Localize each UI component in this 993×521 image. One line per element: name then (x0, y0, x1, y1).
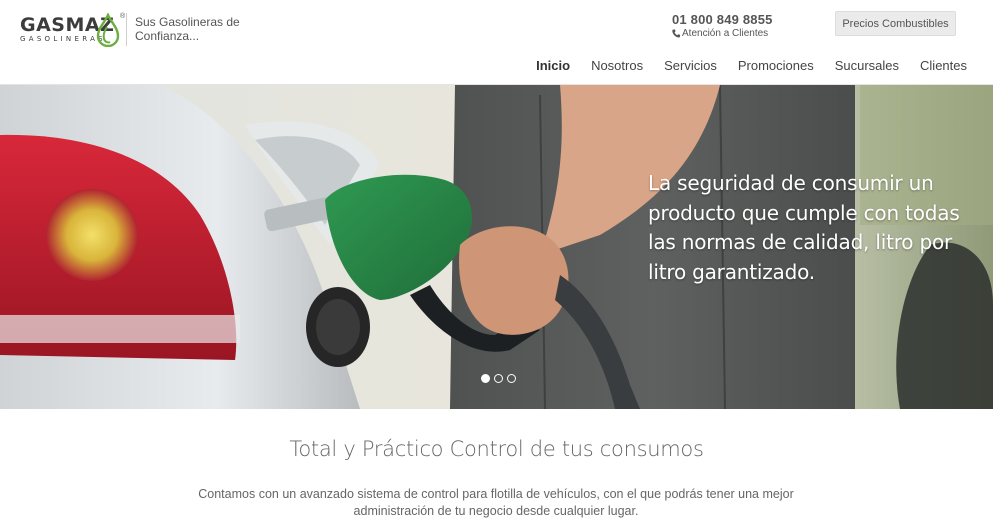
phone-number[interactable]: 01 800 849 8855 (672, 12, 773, 27)
nav-item-nosotros[interactable]: Nosotros (591, 58, 643, 73)
customer-attention[interactable]: Atención a Clientes (672, 28, 768, 39)
gasmaz-drop-logo-icon (96, 13, 120, 47)
nav-item-inicio[interactable]: Inicio (536, 58, 570, 73)
slider-dot-2[interactable] (494, 374, 503, 383)
tagline: Sus Gasolineras de Confianza... (135, 15, 240, 43)
logo-subtext: GASOLINERAS (20, 35, 106, 43)
phone-icon (672, 29, 680, 38)
gasmaz-logo[interactable]: GASMAZ GASOLINERAS ® (20, 13, 126, 47)
slider-dot-1[interactable] (481, 374, 490, 383)
nav-item-promociones[interactable]: Promociones (738, 58, 814, 73)
section-title: Total y Práctico Control de tus consumos (289, 437, 704, 461)
logo-divider (126, 13, 127, 46)
main-nav: Inicio Nosotros Servicios Promociones Su… (515, 58, 967, 73)
nav-item-clientes[interactable]: Clientes (920, 58, 967, 73)
registered-mark: ® (120, 13, 126, 20)
hero-slider[interactable]: La seguridad de consumir un producto que… (0, 85, 993, 409)
slider-dots (481, 374, 516, 383)
section-description: Contamos con un avanzado sistema de cont… (198, 487, 794, 518)
nav-item-sucursales[interactable]: Sucursales (835, 58, 899, 73)
attention-label: Atención a Clientes (682, 28, 769, 39)
fuel-prices-button[interactable]: Precios Combustibles (835, 11, 956, 36)
nav-item-servicios[interactable]: Servicios (664, 58, 717, 73)
site-header: GASMAZ GASOLINERAS ® Sus Gasolineras de … (0, 0, 993, 85)
slider-dot-3[interactable] (507, 374, 516, 383)
hero-caption: La seguridad de consumir un producto que… (648, 171, 960, 284)
